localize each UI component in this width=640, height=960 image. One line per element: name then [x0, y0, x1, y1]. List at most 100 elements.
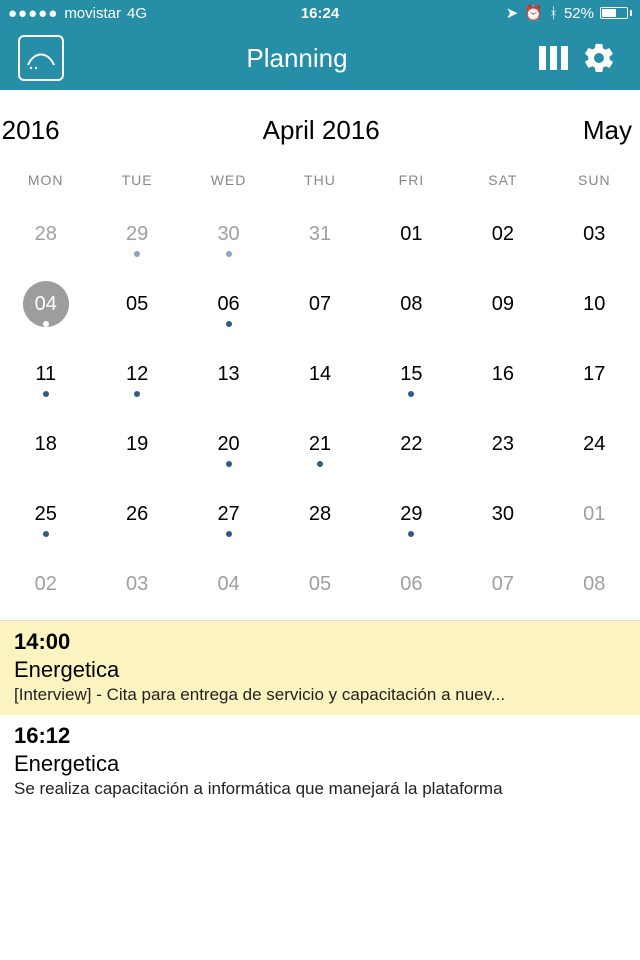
- calendar-day[interactable]: 06: [183, 282, 274, 326]
- event-dot-icon: [226, 251, 232, 257]
- weekday-label: THU: [274, 172, 365, 188]
- weekday-label: WED: [183, 172, 274, 188]
- calendar-day[interactable]: 08: [549, 562, 640, 606]
- calendar-day[interactable]: 05: [274, 562, 365, 606]
- calendar-day[interactable]: 02: [0, 562, 91, 606]
- calendar-day[interactable]: 22: [366, 422, 457, 466]
- day-number: 03: [126, 573, 148, 596]
- day-number: 02: [492, 223, 514, 246]
- calendar-day[interactable]: 05: [91, 282, 182, 326]
- calendar-day[interactable]: 08: [366, 282, 457, 326]
- current-month-label: April 2016: [60, 115, 583, 146]
- battery-icon: [600, 7, 632, 19]
- calendar-day[interactable]: 18: [0, 422, 91, 466]
- event-time: 14:00: [14, 629, 626, 655]
- day-number: 17: [583, 363, 605, 386]
- day-number: 21: [309, 433, 331, 456]
- event-item[interactable]: 16:12EnergeticaSe realiza capacitación a…: [0, 715, 640, 809]
- calendar-day[interactable]: 10: [549, 282, 640, 326]
- calendar-day[interactable]: 03: [549, 212, 640, 256]
- event-title: Energetica: [14, 751, 626, 777]
- event-time: 16:12: [14, 723, 626, 749]
- event-title: Energetica: [14, 657, 626, 683]
- day-number: 11: [35, 363, 56, 386]
- alarm-icon: ⏰: [524, 4, 543, 22]
- event-dot-icon: [43, 391, 49, 397]
- event-dot-icon: [226, 461, 232, 467]
- calendar-day[interactable]: 31: [274, 212, 365, 256]
- next-month-label[interactable]: May: [583, 115, 632, 146]
- event-dot-icon: [43, 321, 49, 327]
- calendar-day[interactable]: 04: [183, 562, 274, 606]
- day-number: 07: [309, 293, 331, 316]
- calendar-day[interactable]: 17: [549, 352, 640, 396]
- calendar-day[interactable]: 26: [91, 492, 182, 536]
- calendar-day[interactable]: 30: [183, 212, 274, 256]
- calendar-day[interactable]: 20: [183, 422, 274, 466]
- calendar-grid: 2829303101020304050607080910111213141516…: [0, 194, 640, 620]
- calendar-day[interactable]: 12: [91, 352, 182, 396]
- gear-icon: [582, 41, 616, 75]
- columns-button[interactable]: [530, 46, 576, 70]
- battery-pct: 52%: [564, 5, 594, 22]
- event-dot-icon: [226, 321, 232, 327]
- network-label: 4G: [127, 5, 147, 22]
- calendar-day[interactable]: 04: [0, 282, 91, 326]
- calendar-day[interactable]: 07: [457, 562, 548, 606]
- day-number: 04: [217, 573, 239, 596]
- day-number: 07: [492, 573, 514, 596]
- day-number: 24: [583, 433, 605, 456]
- calendar-day[interactable]: 13: [183, 352, 274, 396]
- bluetooth-icon: ᚼ: [549, 5, 558, 22]
- calendar-day[interactable]: 28: [0, 212, 91, 256]
- day-number: 20: [217, 433, 239, 456]
- event-desc: [Interview] - Cita para entrega de servi…: [14, 685, 626, 705]
- prev-month-label[interactable]: h 2016: [0, 115, 60, 146]
- event-desc: Se realiza capacitación a informática qu…: [14, 779, 626, 799]
- calendar-day[interactable]: 27: [183, 492, 274, 536]
- app-logo[interactable]: [18, 35, 64, 81]
- calendar-day[interactable]: 01: [366, 212, 457, 256]
- calendar-day[interactable]: 19: [91, 422, 182, 466]
- month-strip[interactable]: h 2016 April 2016 May: [0, 102, 640, 158]
- day-number: 31: [309, 223, 331, 246]
- calendar-day[interactable]: 21: [274, 422, 365, 466]
- event-dot-icon: [408, 391, 414, 397]
- location-icon: ➤: [506, 4, 519, 22]
- calendar-day[interactable]: 01: [549, 492, 640, 536]
- calendar-day[interactable]: 28: [274, 492, 365, 536]
- day-number: 28: [309, 503, 331, 526]
- settings-button[interactable]: [576, 41, 622, 75]
- day-number: 19: [126, 433, 148, 456]
- day-number: 14: [309, 363, 331, 386]
- day-number: 16: [492, 363, 514, 386]
- weekday-label: MON: [0, 172, 91, 188]
- calendar-day[interactable]: 03: [91, 562, 182, 606]
- calendar-day[interactable]: 02: [457, 212, 548, 256]
- calendar-day[interactable]: 09: [457, 282, 548, 326]
- day-number: 12: [126, 363, 148, 386]
- calendar-day[interactable]: 11: [0, 352, 91, 396]
- calendar-day[interactable]: 16: [457, 352, 548, 396]
- calendar-day[interactable]: 25: [0, 492, 91, 536]
- calendar-day[interactable]: 15: [366, 352, 457, 396]
- calendar-day[interactable]: 14: [274, 352, 365, 396]
- weekday-label: FRI: [366, 172, 457, 188]
- carrier-label: movistar: [64, 5, 121, 22]
- day-number: 05: [126, 293, 148, 316]
- day-number: 28: [35, 223, 57, 246]
- calendar-day[interactable]: 06: [366, 562, 457, 606]
- page-title: Planning: [64, 43, 530, 74]
- day-number: 02: [35, 573, 57, 596]
- calendar-day[interactable]: 29: [91, 212, 182, 256]
- calendar-day[interactable]: 30: [457, 492, 548, 536]
- event-item[interactable]: 14:00Energetica[Interview] - Cita para e…: [0, 621, 640, 715]
- calendar-day[interactable]: 07: [274, 282, 365, 326]
- calendar-day[interactable]: 29: [366, 492, 457, 536]
- calendar-day[interactable]: 24: [549, 422, 640, 466]
- calendar-day[interactable]: 23: [457, 422, 548, 466]
- weekday-label: SUN: [549, 172, 640, 188]
- columns-icon: [539, 46, 568, 70]
- event-dot-icon: [408, 531, 414, 537]
- day-number: 09: [492, 293, 514, 316]
